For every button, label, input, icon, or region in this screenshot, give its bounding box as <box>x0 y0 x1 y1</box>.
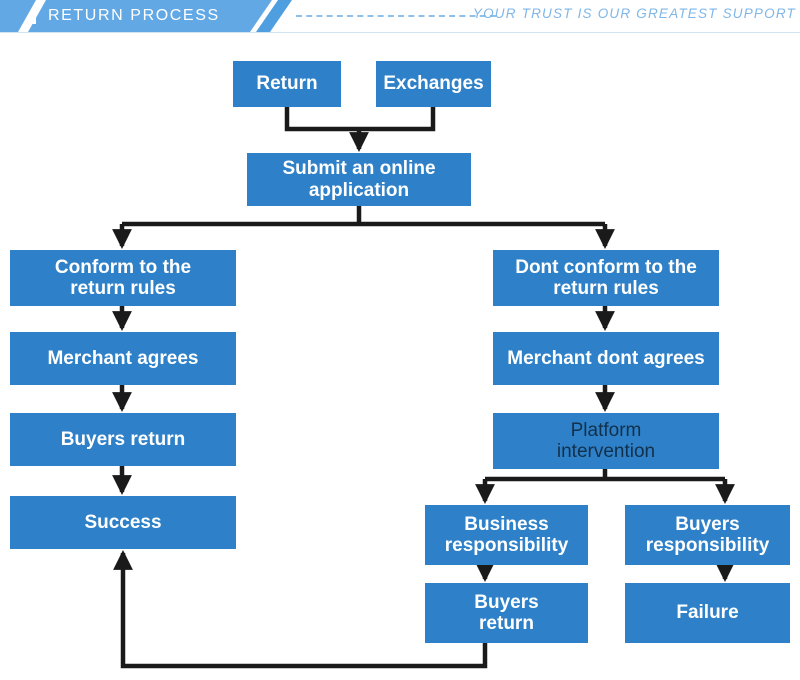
dashed-divider <box>296 15 496 17</box>
node-submit-online-application[interactable]: Submit an online application <box>247 153 471 206</box>
node-buyers-return-left[interactable]: Buyers return <box>10 413 236 466</box>
node-failure[interactable]: Failure <box>625 583 790 643</box>
node-buyers-responsibility[interactable]: Buyers responsibility <box>625 505 790 565</box>
page-title: RETURN PROCESS <box>48 7 220 24</box>
page-header: RETURN PROCESS YOUR TRUST IS OUR GREATES… <box>0 0 800 34</box>
node-buyers-return-bottom[interactable]: Buyers return <box>425 583 588 643</box>
node-merchant-dont-agrees[interactable]: Merchant dont agrees <box>493 332 719 385</box>
node-business-responsibility[interactable]: Business responsibility <box>425 505 588 565</box>
node-dont-conform-to-return-rules[interactable]: Dont conform to the return rules <box>493 250 719 306</box>
edge-platform-fork-bar <box>485 469 725 482</box>
node-exchanges[interactable]: Exchanges <box>376 61 491 107</box>
header-tagline: YOUR TRUST IS OUR GREATEST SUPPORT <box>472 6 796 21</box>
edge-return-exchanges-merge <box>284 107 436 132</box>
vertical-bar-icon <box>31 9 36 24</box>
header-underline <box>0 32 800 33</box>
node-platform-intervention[interactable]: Platform intervention <box>493 413 719 469</box>
edge-submit-fork-bar <box>122 206 605 227</box>
node-success[interactable]: Success <box>10 496 236 549</box>
node-conform-to-return-rules[interactable]: Conform to the return rules <box>10 250 236 306</box>
node-return[interactable]: Return <box>233 61 341 107</box>
node-merchant-agrees[interactable]: Merchant agrees <box>10 332 236 385</box>
return-process-flowchart: Return Exchanges Submit an online applic… <box>0 34 800 680</box>
